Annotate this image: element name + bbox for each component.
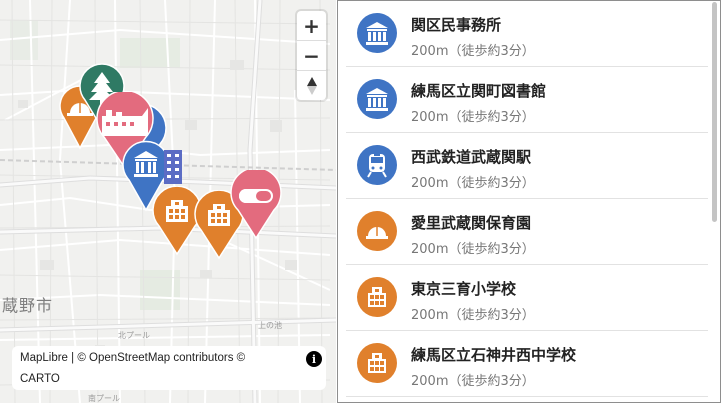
osm-link[interactable]: OpenStreetMap bbox=[89, 352, 170, 364]
attribution-contributors: contributors © bbox=[170, 352, 246, 364]
attribution-separator: | © bbox=[67, 352, 89, 364]
map-place-label: 上の池 bbox=[258, 321, 282, 330]
item-name: 東京三育小学校 bbox=[411, 280, 517, 298]
school-icon bbox=[357, 277, 397, 317]
list-scrollbar[interactable] bbox=[712, 2, 717, 222]
compass-button[interactable] bbox=[297, 70, 326, 100]
list-item[interactable]: 練馬区立石神井西中学校 200m（徒歩約3分） bbox=[346, 331, 708, 397]
city-label: 蔵野市 bbox=[2, 296, 54, 315]
school-icon bbox=[357, 343, 397, 383]
item-distance: 200m（徒歩約3分） bbox=[411, 176, 535, 191]
item-name: 西武鉄道武蔵関駅 bbox=[411, 148, 532, 166]
facility-list[interactable]: 関区民事務所 200m（徒歩約3分） 練馬区立関町図書館 200m（徒歩約3分）… bbox=[337, 0, 721, 403]
item-distance: 200m（徒歩約3分） bbox=[411, 110, 535, 125]
item-distance: 200m（徒歩約3分） bbox=[411, 308, 535, 323]
item-distance: 200m（徒歩約3分） bbox=[411, 44, 535, 59]
zoom-in-button[interactable]: + bbox=[297, 11, 326, 40]
item-name: 愛里武蔵関保育園 bbox=[411, 214, 532, 232]
compass-icon bbox=[306, 76, 317, 95]
info-icon[interactable]: i bbox=[306, 351, 322, 367]
item-name: 関区民事務所 bbox=[411, 16, 502, 34]
zoom-control: + − bbox=[297, 11, 326, 100]
item-distance: 200m（徒歩約3分） bbox=[411, 374, 535, 389]
maplibre-link[interactable]: MapLibre bbox=[20, 352, 68, 364]
hospital-pin[interactable] bbox=[228, 170, 284, 242]
train-icon bbox=[357, 145, 397, 185]
map-place-label: 北プール bbox=[118, 331, 150, 340]
list-item[interactable]: 東京三育小学校 200m（徒歩約3分） bbox=[346, 265, 708, 331]
item-name: 練馬区立関町図書館 bbox=[411, 82, 547, 100]
map-view[interactable]: 蔵野市 北プール 上の池 南プール + − MapLibre | © OpenS… bbox=[0, 0, 336, 403]
list-item[interactable]: 西武鉄道武蔵関駅 200m（徒歩約3分） bbox=[346, 133, 708, 199]
columns-icon bbox=[357, 13, 397, 53]
item-name: 練馬区立石神井西中学校 bbox=[411, 346, 577, 364]
helmet-icon bbox=[357, 211, 397, 251]
item-distance: 200m（徒歩約3分） bbox=[411, 242, 535, 257]
map-attribution: MapLibre | © OpenStreetMap contributors … bbox=[12, 346, 326, 390]
list-item[interactable]: 関区民事務所 200m（徒歩約3分） bbox=[346, 1, 708, 67]
columns-icon bbox=[357, 79, 397, 119]
pill-icon bbox=[239, 189, 273, 203]
station-marker bbox=[164, 150, 182, 184]
list-item[interactable]: 愛里武蔵関保育園 200m（徒歩約3分） bbox=[346, 199, 708, 265]
zoom-out-button[interactable]: − bbox=[297, 40, 326, 70]
carto-link[interactable]: CARTO bbox=[20, 373, 60, 385]
list-item[interactable]: 練馬区立関町図書館 200m（徒歩約3分） bbox=[346, 67, 708, 133]
map-place-label: 南プール bbox=[88, 394, 120, 403]
